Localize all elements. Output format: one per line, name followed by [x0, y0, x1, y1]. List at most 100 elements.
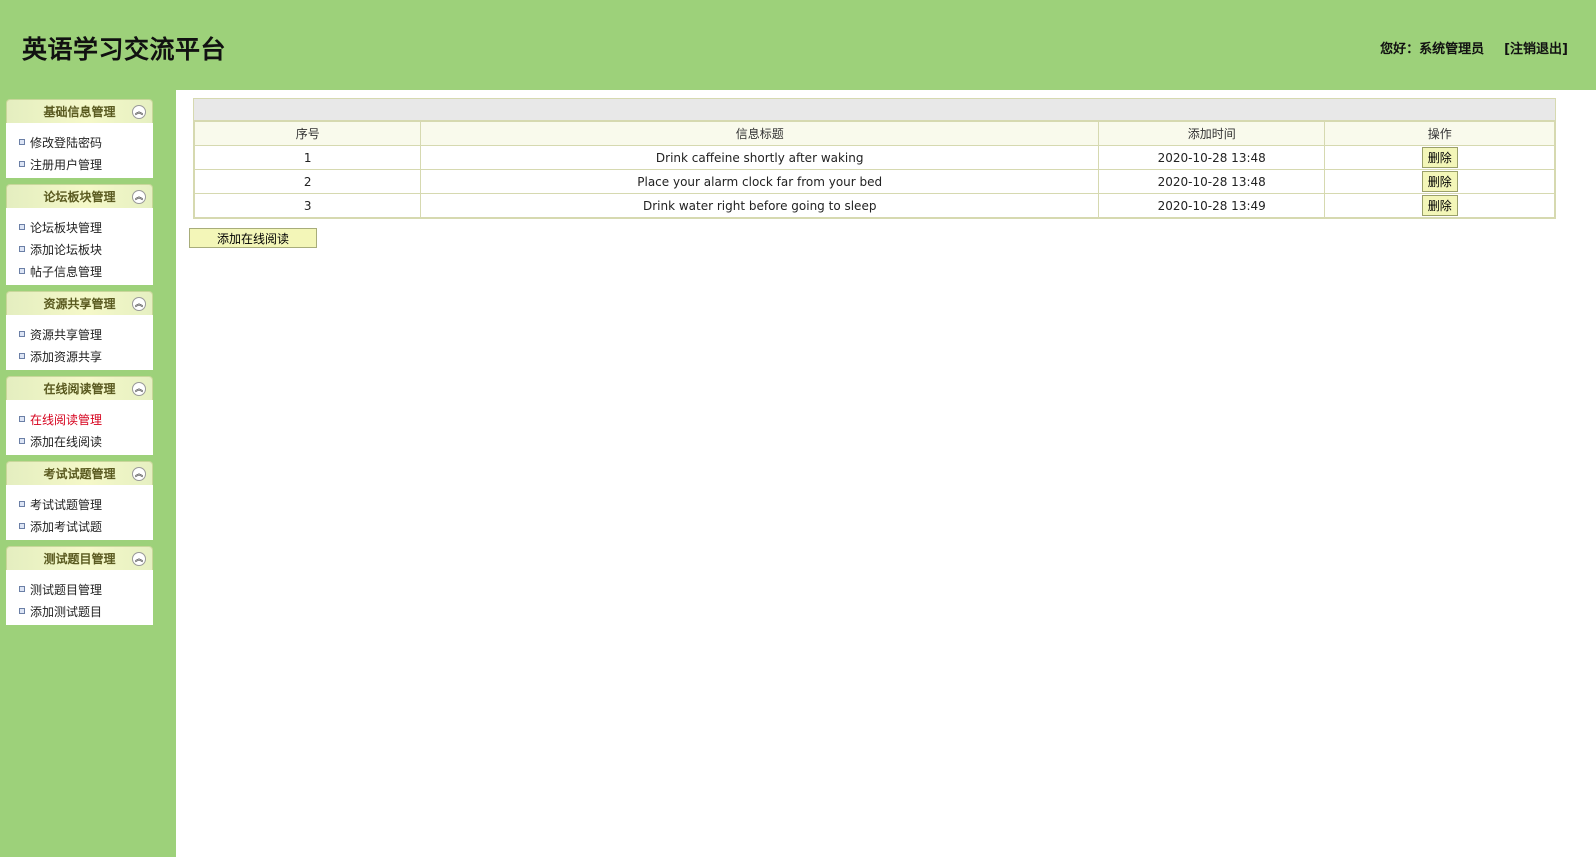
menu-group-exam-questions: 考试试题管理 ︽ 考试试题管理 添加考试试题 [6, 461, 153, 540]
menu-group-header[interactable]: 测试题目管理 ︽ [6, 546, 153, 570]
grid-caption-bar [194, 99, 1555, 121]
table-row: 1 Drink caffeine shortly after waking 20… [193, 145, 1555, 170]
delete-button[interactable]: 删除 [1421, 195, 1458, 216]
column-header-index: 序号 [193, 121, 422, 146]
user-area: 您好：系统管理员 [注销退出] [1380, 38, 1568, 57]
bullet-icon [19, 246, 25, 252]
cell-action: 删除 [1324, 169, 1555, 194]
collapse-icon[interactable]: ︽ [132, 552, 146, 566]
menu-group-body: 修改登陆密码 注册用户管理 [6, 123, 153, 178]
delete-button[interactable]: 删除 [1421, 147, 1458, 168]
sidebar-item-add-resource[interactable]: 添加资源共享 [6, 345, 153, 367]
menu-group-header[interactable]: 资源共享管理 ︽ [6, 291, 153, 315]
site-title: 英语学习交流平台 [22, 35, 227, 64]
sidebar-item-add-forum-board[interactable]: 添加论坛板块 [6, 238, 153, 260]
bullet-icon [19, 139, 25, 145]
header: 英语学习交流平台 您好：系统管理员 [注销退出] [0, 0, 1596, 92]
menu-group-header[interactable]: 在线阅读管理 ︽ [6, 376, 153, 400]
bullet-icon [19, 501, 25, 507]
table-header-row: 序号 信息标题 添加时间 操作 [193, 121, 1555, 146]
menu-group-title: 资源共享管理 [43, 297, 116, 311]
menu-group-header[interactable]: 论坛板块管理 ︽ [6, 184, 153, 208]
menu-group-online-reading: 在线阅读管理 ︽ 在线阅读管理 添加在线阅读 [6, 376, 153, 455]
menu-group-body: 测试题目管理 添加测试题目 [6, 570, 153, 625]
bullet-icon [19, 268, 25, 274]
main-content: 序号 信息标题 添加时间 操作 1 Drink caffeine shortly… [176, 90, 1596, 857]
cell-title: Drink water right before going to sleep [420, 193, 1099, 218]
add-online-reading-button[interactable]: 添加在线阅读 [189, 228, 317, 248]
sidebar-item-label: 添加考试试题 [30, 519, 103, 534]
menu-group-title: 考试试题管理 [43, 467, 116, 481]
cell-title: Place your alarm clock far from your bed [420, 169, 1099, 194]
menu-group-body: 考试试题管理 添加考试试题 [6, 485, 153, 540]
user-greeting: 您好：系统管理员 [1380, 42, 1485, 57]
collapse-icon[interactable]: ︽ [132, 190, 146, 204]
sidebar-item-add-exam-question[interactable]: 添加考试试题 [6, 515, 153, 537]
collapse-icon[interactable]: ︽ [132, 467, 146, 481]
data-grid: 序号 信息标题 添加时间 操作 1 Drink caffeine shortly… [193, 98, 1556, 219]
collapse-icon[interactable]: ︽ [132, 105, 146, 119]
collapse-icon[interactable]: ︽ [132, 297, 146, 311]
sidebar-item-test-question-management[interactable]: 测试题目管理 [6, 578, 153, 600]
bullet-icon [19, 586, 25, 592]
cell-time: 2020-10-28 13:48 [1097, 145, 1326, 170]
collapse-icon[interactable]: ︽ [132, 382, 146, 396]
cell-index: 3 [193, 193, 422, 218]
column-header-action: 操作 [1324, 121, 1555, 146]
sidebar-item-post-management[interactable]: 帖子信息管理 [6, 260, 153, 282]
sidebar-item-label: 在线阅读管理 [30, 412, 103, 427]
bullet-icon [19, 416, 25, 422]
sidebar-item-label: 添加测试题目 [30, 604, 103, 619]
sidebar-item-label: 添加论坛板块 [30, 242, 103, 257]
sidebar-item-label: 考试试题管理 [30, 497, 103, 512]
column-header-time: 添加时间 [1097, 121, 1326, 146]
sidebar-item-add-test-question[interactable]: 添加测试题目 [6, 600, 153, 622]
sidebar-item-label: 帖子信息管理 [30, 264, 103, 279]
sidebar-item-label: 论坛板块管理 [30, 220, 103, 235]
logout-link[interactable]: [注销退出] [1504, 38, 1568, 57]
sidebar-item-label: 注册用户管理 [30, 157, 103, 172]
sidebar-item-exam-question-management[interactable]: 考试试题管理 [6, 493, 153, 515]
bullet-icon [19, 523, 25, 529]
sidebar-item-label: 资源共享管理 [30, 327, 103, 342]
menu-group-title: 测试题目管理 [43, 552, 116, 566]
menu-group-title: 论坛板块管理 [43, 190, 116, 204]
sidebar: 基础信息管理 ︽ 修改登陆密码 注册用户管理 论坛板块管理 ︽ 论坛板块管理 添… [6, 99, 153, 631]
bullet-icon [19, 608, 25, 614]
cell-action: 删除 [1324, 145, 1555, 170]
table-row: 2 Place your alarm clock far from your b… [193, 169, 1555, 194]
column-header-title: 信息标题 [420, 121, 1099, 146]
cell-index: 1 [193, 145, 422, 170]
sidebar-item-label: 添加资源共享 [30, 349, 103, 364]
sidebar-item-label: 测试题目管理 [30, 582, 103, 597]
sidebar-item-online-reading-management[interactable]: 在线阅读管理 [6, 408, 153, 430]
menu-group-header[interactable]: 考试试题管理 ︽ [6, 461, 153, 485]
bullet-icon [19, 438, 25, 444]
cell-index: 2 [193, 169, 422, 194]
reading-table: 序号 信息标题 添加时间 操作 1 Drink caffeine shortly… [193, 121, 1555, 218]
menu-group-resource-sharing: 资源共享管理 ︽ 资源共享管理 添加资源共享 [6, 291, 153, 370]
bullet-icon [19, 331, 25, 337]
table-row: 3 Drink water right before going to slee… [193, 193, 1555, 218]
bullet-icon [19, 353, 25, 359]
bullet-icon [19, 161, 25, 167]
menu-group-forum: 论坛板块管理 ︽ 论坛板块管理 添加论坛板块 帖子信息管理 [6, 184, 153, 285]
menu-group-test-questions: 测试题目管理 ︽ 测试题目管理 添加测试题目 [6, 546, 153, 625]
cell-title: Drink caffeine shortly after waking [420, 145, 1099, 170]
sidebar-item-change-password[interactable]: 修改登陆密码 [6, 131, 153, 153]
delete-button[interactable]: 删除 [1421, 171, 1458, 192]
menu-group-header[interactable]: 基础信息管理 ︽ [6, 99, 153, 123]
sidebar-item-label: 修改登陆密码 [30, 135, 103, 150]
sidebar-item-add-online-reading[interactable]: 添加在线阅读 [6, 430, 153, 452]
cell-time: 2020-10-28 13:48 [1097, 169, 1326, 194]
cell-action: 删除 [1324, 193, 1555, 218]
sidebar-item-user-management[interactable]: 注册用户管理 [6, 153, 153, 175]
sidebar-item-label: 添加在线阅读 [30, 434, 103, 449]
menu-group-body: 资源共享管理 添加资源共享 [6, 315, 153, 370]
menu-group-title: 在线阅读管理 [43, 382, 116, 396]
menu-group-body: 论坛板块管理 添加论坛板块 帖子信息管理 [6, 208, 153, 285]
sidebar-item-resource-management[interactable]: 资源共享管理 [6, 323, 153, 345]
menu-group-body: 在线阅读管理 添加在线阅读 [6, 400, 153, 455]
sidebar-item-forum-board-management[interactable]: 论坛板块管理 [6, 216, 153, 238]
bullet-icon [19, 224, 25, 230]
